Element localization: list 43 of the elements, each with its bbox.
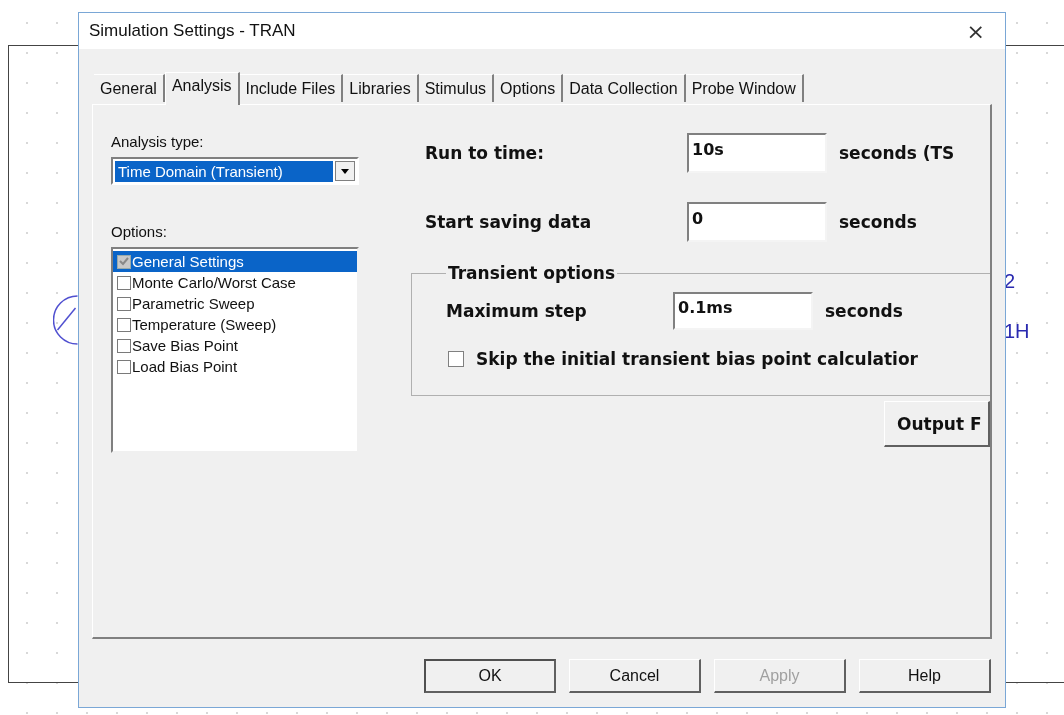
field-label: Maximum step (446, 301, 588, 321)
analysis-type-dropdown[interactable]: Time Domain (Transient) (111, 157, 359, 185)
window-title: Simulation Settings - TRAN (89, 21, 296, 41)
wire-line (1006, 682, 1064, 683)
options-list-item[interactable]: Parametric Sweep (113, 293, 357, 314)
checkbox[interactable] (117, 317, 131, 332)
tab[interactable]: Options (494, 74, 564, 102)
time-input-field[interactable]: 10s (687, 133, 827, 173)
tab[interactable]: Analysis (164, 72, 240, 105)
meter-symbol-icon (53, 295, 78, 345)
checkbox[interactable] (117, 359, 131, 374)
checkbox[interactable] (117, 296, 131, 311)
options-list-item[interactable]: Load Bias Point (113, 356, 357, 377)
step-input-field[interactable]: 0.1ms (673, 292, 813, 330)
dialog-button[interactable]: Help (859, 659, 991, 693)
options-list-item[interactable]: Temperature (Sweep) (113, 314, 357, 335)
unit-label: seconds (839, 212, 918, 232)
tab[interactable]: Data Collection (563, 74, 686, 102)
checkbox[interactable] (448, 351, 464, 367)
options-list-item[interactable]: Save Bias Point (113, 335, 357, 356)
output-button[interactable]: Output F (884, 401, 990, 447)
wire-line (1006, 45, 1064, 46)
close-button[interactable]: × (960, 18, 991, 44)
group-title: Transient options (447, 263, 616, 283)
checkbox-label: Skip the initial transient bias point calculatior (476, 349, 918, 369)
checkbox[interactable] (117, 275, 131, 290)
unit-label: seconds (825, 301, 904, 321)
dialog-button[interactable]: OK (424, 659, 556, 693)
time-input-field[interactable]: 0 (687, 202, 827, 242)
checkbox[interactable] (117, 338, 131, 353)
tab[interactable]: General (94, 74, 165, 102)
dialog-button[interactable]: Cancel (569, 659, 701, 693)
tab[interactable]: Libraries (343, 74, 419, 102)
options-list-item[interactable]: Monte Carlo/Worst Case (113, 272, 357, 293)
tab[interactable]: Include Files (239, 74, 344, 102)
tab[interactable]: Probe Window (685, 74, 804, 102)
unit-label: seconds (TS (839, 143, 956, 163)
field-label: Options: (111, 223, 168, 240)
tab[interactable]: Stimulus (418, 74, 495, 102)
component-label: 1H (1004, 320, 1030, 343)
field-label: Analysis type: (111, 133, 205, 150)
field-label: Run to time: (425, 143, 545, 163)
field-label: Start saving data (425, 212, 593, 232)
